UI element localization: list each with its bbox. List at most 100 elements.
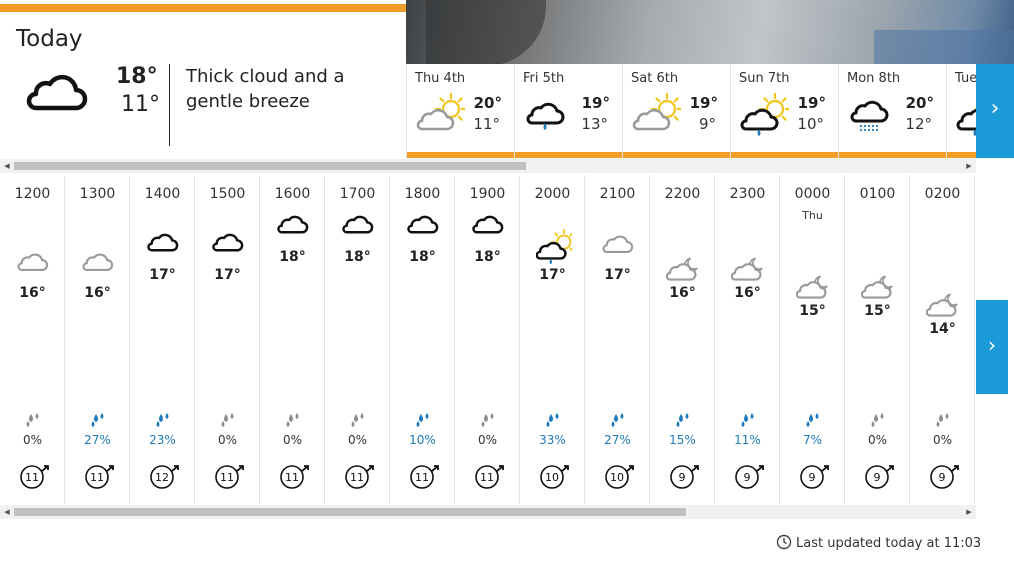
wind-direction-icon: 9 (670, 465, 699, 489)
scroll-thumb[interactable] (14, 508, 686, 516)
rain-chance: 27% (604, 433, 631, 447)
wind-direction-icon: 11 (410, 465, 439, 489)
sun-cloud-rain-icon (535, 228, 577, 265)
hour-temp: 17° (539, 267, 566, 283)
day-card[interactable]: Fri 5th 19° 13° (515, 64, 623, 158)
hour-time: 2100 (599, 186, 636, 202)
background-photo (406, 0, 1014, 66)
scroll-left-icon[interactable]: ◀ (0, 159, 14, 173)
hourly-scrollbar-top[interactable]: ◀ ▶ (0, 159, 976, 173)
hour-column: 2000 17° 33% 10 (520, 175, 585, 504)
day-card[interactable]: Thu 4th 20° 11° (407, 64, 515, 158)
hour-time: 2200 (664, 186, 701, 202)
rain-chance: 0% (22, 433, 43, 447)
day-high-temp: 19° (581, 94, 610, 112)
day-name: Sun 7th (739, 71, 790, 86)
thick-cloud-icon (146, 229, 182, 255)
light-cloud-icon (81, 247, 117, 273)
day-name: Mon 8th (847, 71, 901, 86)
day-card[interactable]: Mon 8th 20° 12° (839, 64, 947, 158)
thick-cloud-icon (406, 211, 442, 237)
rain-chance: 0% (282, 433, 303, 447)
hour-time: 1400 (144, 186, 181, 202)
wind-direction-icon: 10 (605, 465, 634, 489)
hour-temp: 15° (864, 303, 891, 319)
hourly-forecast-table: 1200 16° 0% 11 1300 16° 27% 11 1400 17° 23% 12 1500 1… (0, 175, 976, 504)
hour-time: 1900 (469, 186, 506, 202)
wind-speed: 11 (285, 471, 299, 484)
hour-column: 1800 18° 10% 11 (390, 175, 455, 504)
today-description: Thick cloud and a gentle breeze (186, 66, 345, 112)
hour-column: 2100 17° 27% 10 (585, 175, 650, 504)
scroll-left-icon[interactable]: ◀ (0, 505, 14, 519)
hour-temp: 17° (214, 267, 241, 283)
wind-speed: 9 (939, 471, 946, 484)
day-low-temp: 10° (797, 115, 824, 133)
light-cloud-icon (601, 229, 637, 255)
hour-day-label: Thu (802, 209, 823, 222)
hourly-scrollbar-bottom[interactable]: ◀ ▶ (0, 505, 976, 519)
moon-cloud-icon (925, 291, 962, 317)
scroll-right-icon[interactable]: ▶ (962, 159, 976, 173)
wind-direction-icon: 11 (215, 465, 244, 489)
scroll-right-icon[interactable]: ▶ (962, 505, 976, 519)
day-card[interactable]: Tue (947, 64, 976, 158)
wind-speed: 11 (415, 471, 429, 484)
thick-cloud-icon (341, 211, 377, 237)
wind-speed: 11 (350, 471, 364, 484)
hour-time: 1800 (404, 186, 441, 202)
sun-cloud-rain-icon (737, 92, 792, 137)
wind-direction-icon: 11 (20, 465, 49, 489)
day-card[interactable]: Sat 6th 19° 9° (623, 64, 731, 158)
day-card[interactable]: Sun 7th 19° 10° (731, 64, 839, 158)
day-name: Sat 6th (631, 71, 679, 86)
raindrops-icon (546, 413, 559, 427)
raindrops-icon (351, 413, 364, 427)
hour-temp: 16° (84, 285, 111, 301)
rain-chance: 0% (867, 433, 888, 447)
day-high-temp: 19° (689, 94, 718, 112)
scroll-thumb[interactable] (14, 162, 526, 170)
hour-time: 0000 (794, 186, 831, 202)
hour-column: 1400 17° 23% 12 (130, 175, 195, 504)
hour-temp: 18° (279, 249, 306, 265)
rain-chance: 0% (217, 433, 238, 447)
today-divider (169, 64, 170, 146)
hour-temp: 16° (669, 285, 696, 301)
rain-chance: 10% (409, 433, 436, 447)
hours-next-button[interactable]: › (976, 300, 1008, 394)
raindrops-icon (806, 413, 819, 427)
wind-speed: 9 (874, 471, 881, 484)
hour-temp: 18° (474, 249, 501, 265)
hour-column: 1500 17° 0% 11 (195, 175, 260, 504)
wind-direction-icon: 10 (540, 465, 569, 489)
thick-cloud-icon (211, 229, 247, 255)
hour-temp: 18° (344, 249, 371, 265)
cloud-drizzle-icon (845, 93, 897, 137)
thick-cloud-icon (26, 74, 88, 111)
hour-column: 0200 14° 0% 9 (910, 175, 975, 504)
rain-chance: 0% (347, 433, 368, 447)
raindrops-icon (286, 413, 299, 427)
raindrops-icon (936, 413, 949, 427)
day-name: Fri 5th (523, 71, 565, 86)
hour-column: 0100 15° 0% 9 (845, 175, 910, 504)
day-accent-bar (515, 152, 622, 158)
wind-speed: 10 (610, 471, 624, 484)
wind-speed: 10 (545, 471, 559, 484)
raindrops-icon (26, 413, 39, 427)
hour-temp: 17° (604, 267, 631, 283)
wind-speed: 9 (679, 471, 686, 484)
wind-speed: 9 (744, 471, 751, 484)
wind-speed: 11 (90, 471, 104, 484)
wind-speed: 11 (480, 471, 494, 484)
days-next-button[interactable]: › (976, 64, 1014, 158)
sun-cloud-icon (629, 92, 684, 137)
moon-cloud-icon (860, 273, 897, 299)
rain-chance: 7% (802, 433, 823, 447)
wind-direction-icon: 9 (930, 465, 959, 489)
day-name: Thu 4th (415, 71, 466, 86)
today-label: Today (16, 26, 83, 52)
moon-cloud-icon (665, 255, 702, 281)
clock-icon (776, 534, 792, 550)
